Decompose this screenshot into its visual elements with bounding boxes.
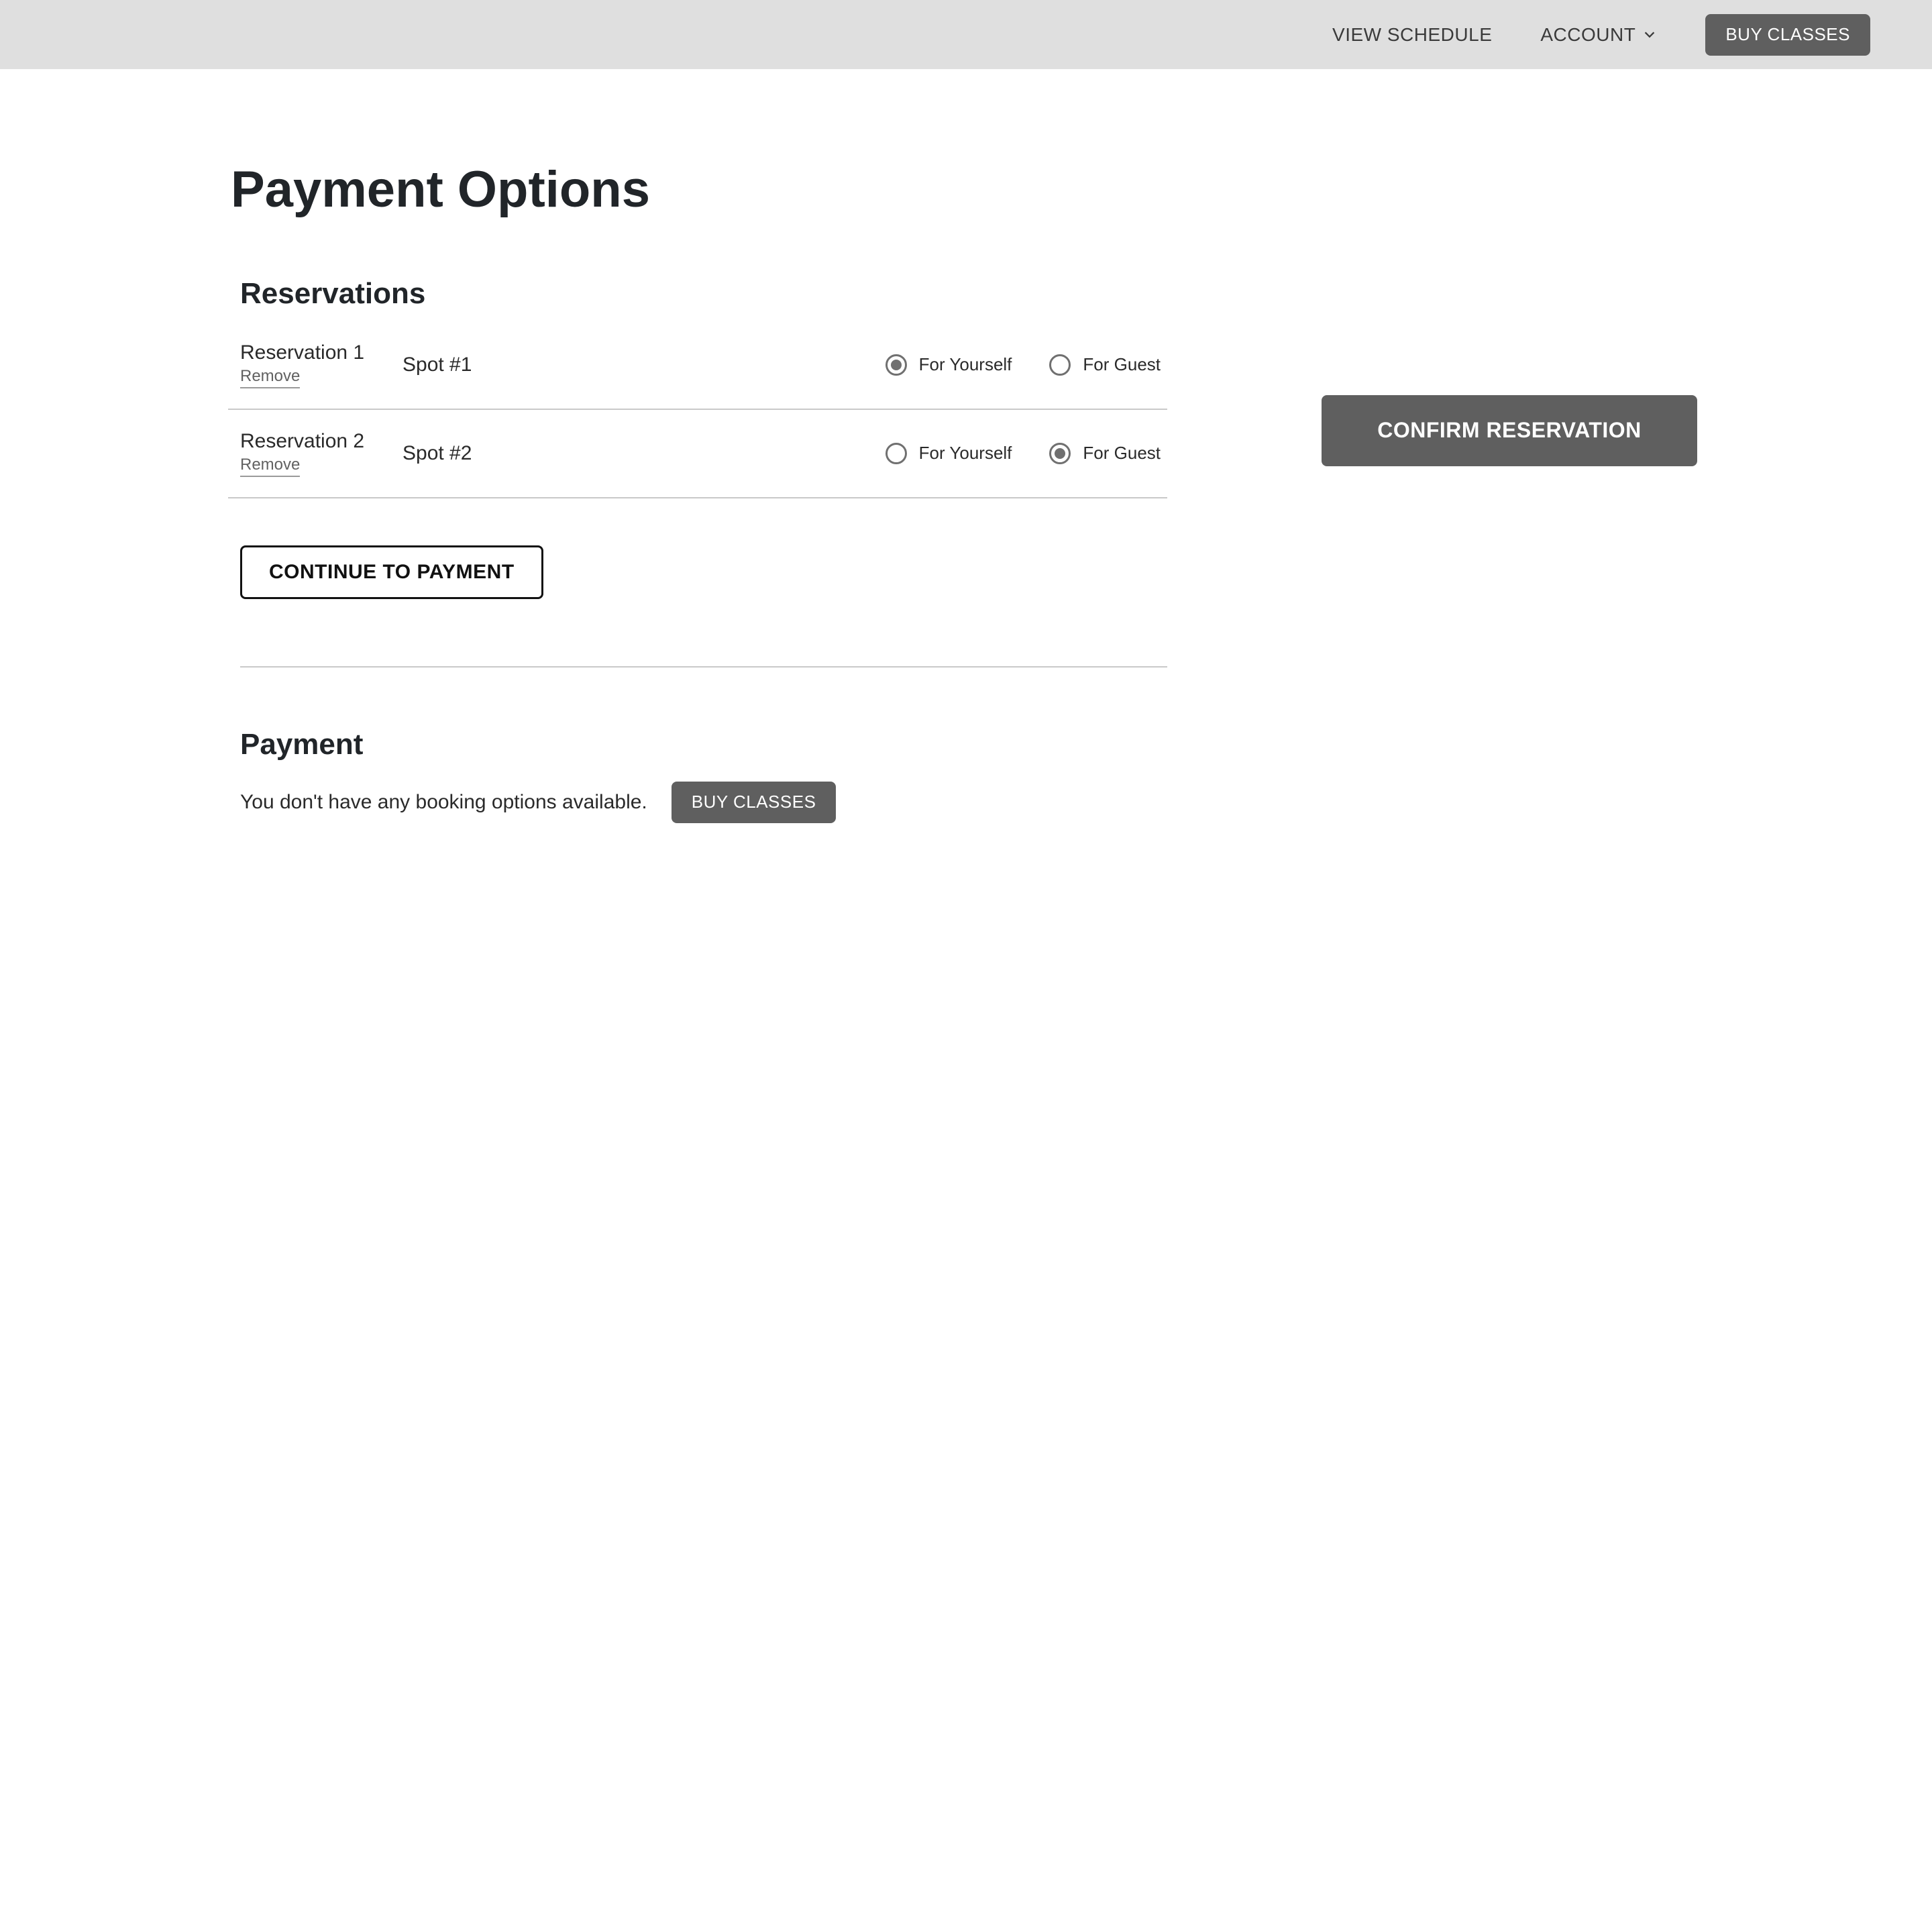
reservation-name: Reservation 2	[240, 430, 402, 453]
confirm-reservation-button[interactable]: CONFIRM RESERVATION	[1322, 395, 1697, 466]
radio-guest[interactable]: For Guest	[1049, 443, 1161, 464]
radio-yourself[interactable]: For Yourself	[885, 354, 1012, 376]
radio-guest[interactable]: For Guest	[1049, 354, 1161, 376]
reservations-title: Reservations	[240, 277, 1167, 311]
radio-label: For Guest	[1083, 443, 1161, 464]
buy-classes-inline-button[interactable]: BUY CLASSES	[672, 782, 837, 823]
page-title: Payment Options	[231, 163, 1167, 217]
remove-reservation-link[interactable]: Remove	[240, 456, 300, 477]
main-column: Reservations Reservation 1RemoveSpot #1F…	[228, 277, 1167, 823]
nav-account-label: ACCOUNT	[1540, 24, 1635, 46]
payment-empty-text: You don't have any booking options avail…	[240, 791, 647, 814]
radio-label: For Guest	[1083, 354, 1161, 375]
radio-yourself[interactable]: For Yourself	[885, 443, 1012, 464]
payment-section: Payment You don't have any booking optio…	[228, 668, 1167, 823]
radio-dot-icon	[891, 360, 902, 370]
spot-label: Spot #2	[402, 442, 604, 465]
radio-dot-icon	[1055, 360, 1065, 370]
continue-to-payment-button[interactable]: CONTINUE TO PAYMENT	[240, 545, 543, 599]
booking-for-radio-group: For Yourself For Guest	[604, 354, 1167, 376]
reservation-name-wrap: Reservation 1 Remove	[228, 341, 402, 388]
radio-label: For Yourself	[919, 354, 1012, 375]
side-column: CONFIRM RESERVATION	[1322, 277, 1697, 466]
buy-classes-button[interactable]: BUY CLASSES	[1705, 14, 1870, 56]
radio-label: For Yourself	[919, 443, 1012, 464]
payment-body: You don't have any booking options avail…	[228, 782, 1167, 823]
nav-view-schedule[interactable]: VIEW SCHEDULE	[1332, 24, 1492, 46]
header-nav: VIEW SCHEDULE ACCOUNT BUY CLASSES	[1332, 14, 1870, 56]
radio-dot-icon	[891, 448, 902, 459]
nav-account[interactable]: ACCOUNT	[1540, 24, 1657, 46]
reservation-row: Reservation 2RemoveSpot #2For YourselfFo…	[228, 410, 1167, 498]
reservation-name-wrap: Reservation 2 Remove	[228, 430, 402, 477]
page: Payment Options Reservations Reservation…	[0, 69, 1932, 823]
radio-ring-icon	[1049, 354, 1071, 376]
radio-ring-icon	[1049, 443, 1071, 464]
booking-for-radio-group: For Yourself For Guest	[604, 443, 1167, 464]
reservation-row: Reservation 1RemoveSpot #1For YourselfFo…	[228, 329, 1167, 410]
reservations-actions: CONTINUE TO PAYMENT	[228, 498, 1167, 599]
remove-reservation-link[interactable]: Remove	[240, 367, 300, 388]
radio-dot-icon	[1055, 448, 1065, 459]
chevron-down-icon	[1642, 28, 1657, 42]
payment-title: Payment	[240, 728, 1167, 761]
radio-ring-icon	[885, 354, 907, 376]
radio-ring-icon	[885, 443, 907, 464]
spot-label: Spot #1	[402, 354, 604, 376]
site-header: VIEW SCHEDULE ACCOUNT BUY CLASSES	[0, 0, 1932, 69]
reservation-name: Reservation 1	[240, 341, 402, 364]
